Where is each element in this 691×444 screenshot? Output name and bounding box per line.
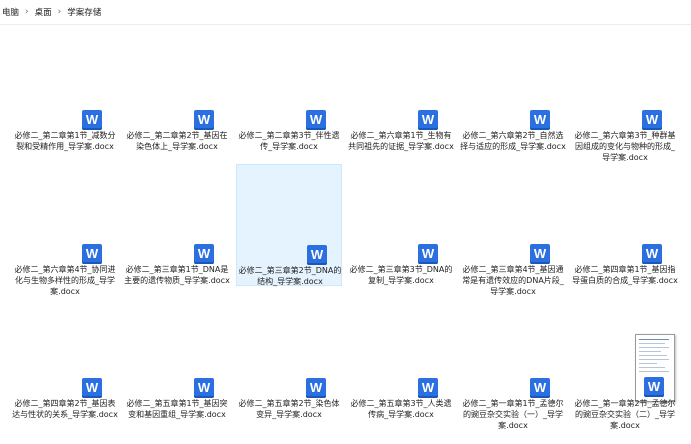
word-icon: W (194, 244, 214, 264)
file-name: 必修二_第一章第1节_孟德尔 的豌豆杂交实验（一）_导学 案.docx (462, 399, 564, 430)
file-item[interactable]: W 必修二_第四章第1节_基因指 导蛋白质的合成_导学案.docx (572, 158, 678, 285)
word-icon: W (644, 377, 664, 397)
file-item[interactable]: W 必修二_第二章第3节_伴性遗 传_导学案.docx (236, 24, 342, 151)
file-item[interactable]: W 必修二_第六章第1节_生物有 共同祖先的证据_导学案.docx (348, 24, 454, 151)
word-icon: W (418, 110, 438, 130)
file-item[interactable]: W 必修二_第四章第2节_基因表 达与性状的关系_导学案.docx (12, 292, 118, 419)
file-item[interactable]: W 必修二_第五章第3节_人类遗 传病_导学案.docx (348, 292, 454, 419)
file-item[interactable]: W 必修二_第二章第2节_基因在 染色体上_导学案.docx (124, 24, 230, 151)
file-name: 必修二_第五章第3节_人类遗 传病_导学案.docx (350, 399, 452, 419)
file-grid: W 必修二_第二章第1节_减数分 裂和受精作用_导学案.docx W 必修二_第… (0, 24, 691, 444)
word-icon: W (530, 244, 550, 264)
chevron-right-icon[interactable]: › (54, 7, 66, 17)
file-item[interactable]: W 必修二_第三章第1节_DNA是 主要的遗传物质_导学案.docx (124, 158, 230, 285)
breadcrumb-item-pc[interactable]: 电脑 (0, 6, 21, 18)
breadcrumb-item-desktop[interactable]: 桌面 (33, 6, 54, 18)
file-item[interactable]: W 必修二_第五章第1节_基因突 变和基因重组_导学案.docx (124, 292, 230, 419)
file-name: 必修二_第五章第2节_染色体 变异_导学案.docx (238, 399, 340, 419)
file-name: 必修二_第二章第3节_伴性遗 传_导学案.docx (238, 131, 340, 151)
word-icon: W (82, 110, 102, 130)
word-icon: W (82, 378, 102, 398)
word-icon: W (642, 110, 662, 130)
word-icon: W (82, 244, 102, 264)
file-item[interactable]: W 必修二_第六章第2节_自然选 择与适应的形成_导学案.docx (460, 24, 566, 151)
word-icon: W (194, 110, 214, 130)
word-icon: W (530, 378, 550, 398)
chevron-right-icon[interactable]: › (21, 7, 33, 17)
word-icon: W (307, 245, 327, 265)
file-item[interactable]: W 必修二_第六章第3节_种群基 因组成的变化与物种的形成_ 导学案.docx (572, 24, 678, 162)
file-item[interactable]: W 必修二_第五章第2节_染色体 变异_导学案.docx (236, 292, 342, 419)
file-item[interactable]: W 必修二_第一章第2节_孟德尔 的豌豆杂交实验（二）_导学 案.docx (572, 292, 678, 430)
word-icon: W (642, 244, 662, 264)
word-icon: W (306, 110, 326, 130)
file-name: 必修二_第三章第1节_DNA是 主要的遗传物质_导学案.docx (124, 265, 230, 285)
word-icon: W (530, 110, 550, 130)
file-item[interactable]: W 必修二_第三章第4节_基因通 常是有遗传效应的DNA片段_ 导学案.docx (460, 158, 566, 296)
file-name: 必修二_第六章第1节_生物有 共同祖先的证据_导学案.docx (348, 131, 454, 151)
file-item[interactable]: W 必修二_第二章第1节_减数分 裂和受精作用_导学案.docx (12, 24, 118, 151)
document-thumbnail: W (635, 334, 675, 402)
file-item[interactable]: W 必修二_第六章第4节_协同进 化与生物多样性的形成_导学 案.docx (12, 158, 118, 296)
file-name: 必修二_第四章第2节_基因表 达与性状的关系_导学案.docx (12, 399, 118, 419)
file-item[interactable]: W 必修二_第一章第1节_孟德尔 的豌豆杂交实验（一）_导学 案.docx (460, 292, 566, 430)
file-name: 必修二_第三章第2节_DNA的 结构_导学案.docx (238, 266, 342, 286)
file-name: 必修二_第二章第1节_减数分 裂和受精作用_导学案.docx (14, 131, 116, 151)
file-item-selected[interactable]: W 必修二_第三章第2节_DNA的 结构_导学案.docx (236, 164, 342, 286)
file-name: 必修二_第一章第2节_孟德尔 的豌豆杂交实验（二）_导学 案.docx (574, 399, 676, 430)
file-name: 必修二_第四章第1节_基因指 导蛋白质的合成_导学案.docx (572, 265, 678, 285)
word-icon: W (418, 378, 438, 398)
breadcrumb-item-folder[interactable]: 学案存储 (65, 6, 103, 18)
file-name: 必修二_第二章第2节_基因在 染色体上_导学案.docx (126, 131, 228, 151)
word-icon: W (418, 244, 438, 264)
breadcrumb: 电脑 › 桌面 › 学案存储 (0, 0, 691, 25)
word-icon: W (194, 378, 214, 398)
file-item[interactable]: W 必修二_第三章第3节_DNA的 复制_导学案.docx (348, 158, 454, 285)
word-icon: W (306, 378, 326, 398)
file-name: 必修二_第六章第2节_自然选 择与适应的形成_导学案.docx (460, 131, 566, 151)
file-name: 必修二_第三章第3节_DNA的 复制_导学案.docx (349, 265, 453, 285)
file-name: 必修二_第五章第1节_基因突 变和基因重组_导学案.docx (126, 399, 228, 419)
